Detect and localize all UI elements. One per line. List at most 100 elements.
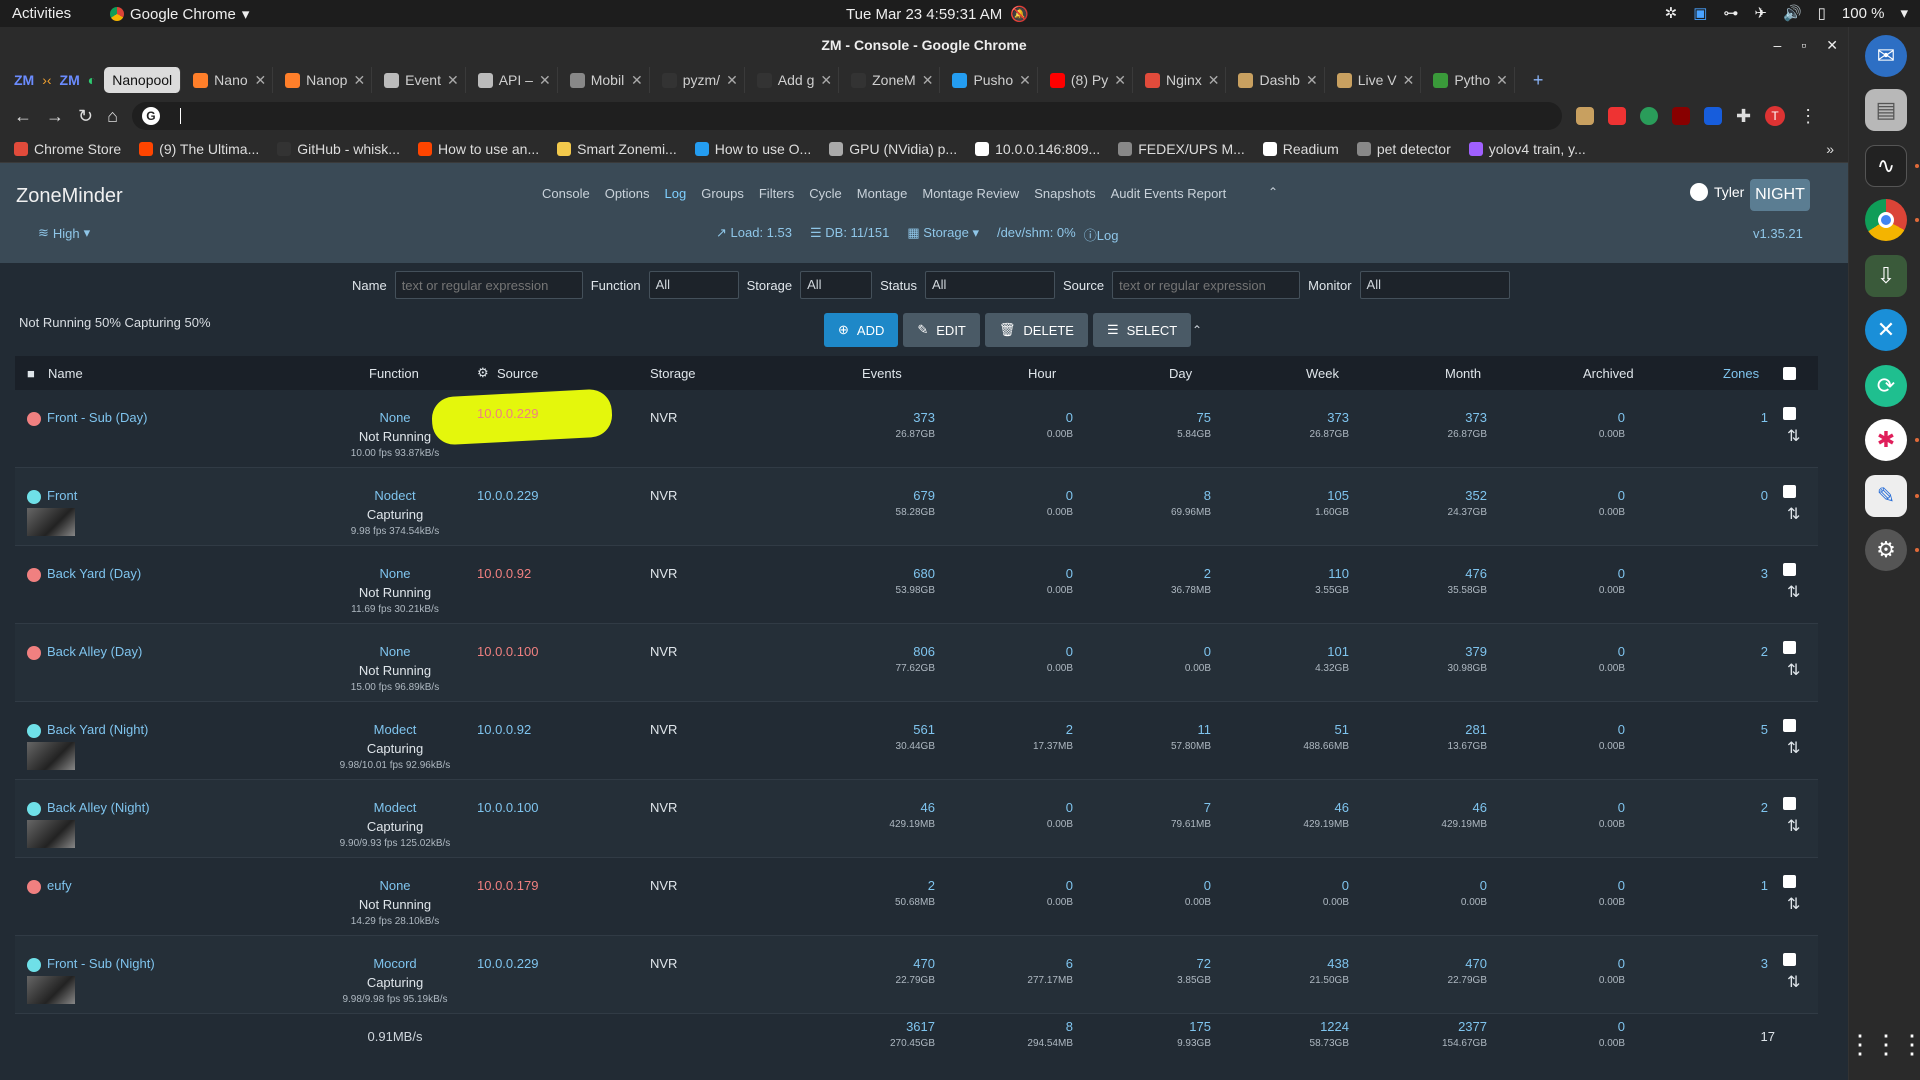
week-cell[interactable]: 110 3.55GB <box>1229 566 1349 596</box>
month-cell[interactable]: 46 429.19MB <box>1367 800 1487 830</box>
total-day[interactable]: 175 9.93GB <box>1091 1019 1211 1049</box>
text-editor-icon[interactable]: ✎ <box>1865 475 1907 517</box>
browser-tab[interactable]: Event ✕ <box>378 67 466 93</box>
col-week[interactable]: Week <box>1306 366 1339 381</box>
monitor-filter-select[interactable]: All <box>1359 271 1510 299</box>
row-checkbox[interactable] <box>1783 563 1796 576</box>
reload-icon[interactable]: ↻ <box>78 106 93 127</box>
hour-cell[interactable]: 0 0.00B <box>953 566 1073 596</box>
week-cell[interactable]: 51 488.66MB <box>1229 722 1349 752</box>
row-checkbox[interactable] <box>1783 719 1796 732</box>
zm-brand[interactable]: ZoneMinder <box>16 185 123 208</box>
total-hour[interactable]: 8 294.54MB <box>953 1019 1073 1049</box>
select-button[interactable]: ☰ SELECT <box>1092 313 1192 347</box>
sort-handle-icon[interactable]: ⇅ <box>1787 816 1800 836</box>
browser-tab[interactable]: Add g ✕ <box>751 67 840 93</box>
nav-item-log[interactable]: Log <box>665 186 687 201</box>
monitor-thumbnail[interactable] <box>27 742 75 770</box>
monitor-name-cell[interactable]: Back Alley (Day) <box>27 644 142 660</box>
monitor-name-cell[interactable]: Front <box>27 488 77 504</box>
bookmark-item[interactable]: FEDEX/UPS M... <box>1118 141 1245 157</box>
home-icon[interactable]: ⌂ <box>107 106 118 127</box>
close-tab-icon[interactable]: ✕ <box>1019 72 1031 89</box>
new-tab-button[interactable]: + <box>1533 70 1544 91</box>
browser-tab[interactable]: API – ✕ <box>472 67 558 93</box>
close-tab-icon[interactable]: ✕ <box>539 72 551 89</box>
nav-item-audit-events-report[interactable]: Audit Events Report <box>1111 186 1227 201</box>
table-row[interactable]: Front - Sub (Day) None Not Running 10.00… <box>15 390 1818 468</box>
collapse-nav-icon[interactable]: ⌃ <box>1268 185 1278 199</box>
browser-tab[interactable]: Nanopool <box>104 67 182 93</box>
add-button[interactable]: ⊕ ADD <box>824 313 899 347</box>
sort-handle-icon[interactable]: ⇅ <box>1787 504 1800 524</box>
function-link[interactable]: Modect <box>295 800 495 815</box>
month-cell[interactable]: 476 35.58GB <box>1367 566 1487 596</box>
source-link[interactable]: 10.0.0.92 <box>477 566 531 581</box>
sort-handle-icon[interactable]: ⇅ <box>1787 426 1800 446</box>
close-tab-icon[interactable]: ✕ <box>1306 72 1318 89</box>
function-link[interactable]: Modect <box>295 722 495 737</box>
zm-tab-icon-2[interactable]: ZM <box>60 72 80 88</box>
row-checkbox[interactable] <box>1783 641 1796 654</box>
col-archived[interactable]: Archived <box>1583 366 1634 381</box>
close-tab-icon[interactable]: ✕ <box>631 72 643 89</box>
total-week[interactable]: 1224 58.73GB <box>1229 1019 1349 1049</box>
col-function[interactable]: Function <box>369 366 419 381</box>
xmind-icon[interactable]: ✕ <box>1865 309 1907 351</box>
hour-cell[interactable]: 0 0.00B <box>953 878 1073 908</box>
col-source[interactable]: Source <box>497 366 538 381</box>
source-link[interactable]: 10.0.0.179 <box>477 878 538 893</box>
close-tab-icon[interactable]: ✕ <box>820 72 832 89</box>
browser-tab[interactable]: ZoneM ✕ <box>845 67 941 93</box>
browser-tab[interactable]: Pytho ✕ <box>1427 67 1515 93</box>
source-link[interactable]: 10.0.0.100 <box>477 644 538 659</box>
archived-cell[interactable]: 0 0.00B <box>1505 488 1625 518</box>
events-cell[interactable]: 679 58.28GB <box>815 488 935 518</box>
zones-link[interactable]: 3 <box>1678 566 1768 581</box>
zones-link[interactable]: 1 <box>1678 878 1768 893</box>
function-link[interactable]: None <box>295 566 495 581</box>
browser-tab[interactable]: Nano ✕ <box>187 67 274 93</box>
green-tab-icon[interactable]: ◐ <box>88 72 96 88</box>
close-tab-icon[interactable]: ✕ <box>726 72 738 89</box>
close-tab-icon[interactable]: ✕ <box>922 72 934 89</box>
events-cell[interactable]: 2 50.68MB <box>815 878 935 908</box>
clock[interactable]: Tue Mar 23 4:59:31 AM 🔕 <box>846 5 1029 24</box>
monitor-name-cell[interactable]: Back Alley (Night) <box>27 800 150 816</box>
day-cell[interactable]: 11 57.80MB <box>1091 722 1211 752</box>
profile-avatar[interactable]: T <box>1765 106 1786 126</box>
zones-link[interactable]: 3 <box>1678 956 1768 971</box>
settings-icon[interactable]: ⚙ <box>1865 529 1907 571</box>
function-link[interactable]: Nodect <box>295 488 495 503</box>
col-events[interactable]: Events <box>862 366 902 381</box>
browser-tab[interactable]: Live V ✕ <box>1331 67 1422 93</box>
close-tab-icon[interactable]: ✕ <box>1114 72 1126 89</box>
month-cell[interactable]: 470 22.79GB <box>1367 956 1487 986</box>
nav-item-montage[interactable]: Montage <box>857 186 908 201</box>
hour-cell[interactable]: 0 0.00B <box>953 644 1073 674</box>
extensions-puzzle-icon[interactable]: ✚ <box>1736 106 1751 127</box>
close-tab-icon[interactable]: ✕ <box>254 72 266 89</box>
system-tray[interactable]: ✲ ▣ ⊶ ✈ 🔊 ▯ 100 % ▾ <box>1665 4 1908 23</box>
bookmark-item[interactable]: GPU (NVidia) p... <box>829 141 957 157</box>
archived-cell[interactable]: 0 0.00B <box>1505 410 1625 440</box>
zones-link[interactable]: 5 <box>1678 722 1768 737</box>
browser-tab[interactable]: Nginx ✕ <box>1139 67 1227 93</box>
table-row[interactable]: Front Nodect Capturing 9.98 fps 374.54kB… <box>15 468 1818 546</box>
source-link[interactable]: 10.0.0.92 <box>477 722 531 737</box>
week-cell[interactable]: 101 4.32GB <box>1229 644 1349 674</box>
source-link[interactable]: 10.0.0.229 <box>477 956 538 971</box>
back-icon[interactable]: ← <box>14 106 32 127</box>
nav-item-options[interactable]: Options <box>605 186 650 201</box>
monitor-name-cell[interactable]: eufy <box>27 878 72 894</box>
day-cell[interactable]: 7 79.61MB <box>1091 800 1211 830</box>
files-icon[interactable]: ▤ <box>1865 89 1907 131</box>
col-day[interactable]: Day <box>1169 366 1192 381</box>
close-tab-icon[interactable]: ✕ <box>447 72 459 89</box>
source-filter-input[interactable] <box>1112 271 1301 299</box>
function-link[interactable]: None <box>295 878 495 893</box>
bookmark-item[interactable]: pet detector <box>1356 141 1451 157</box>
browser-tab[interactable]: Nanop ✕ <box>279 67 373 93</box>
delete-button[interactable]: 🗑 DELETE <box>984 313 1088 347</box>
monitor-name[interactable]: Back Alley (Day) <box>47 644 142 660</box>
